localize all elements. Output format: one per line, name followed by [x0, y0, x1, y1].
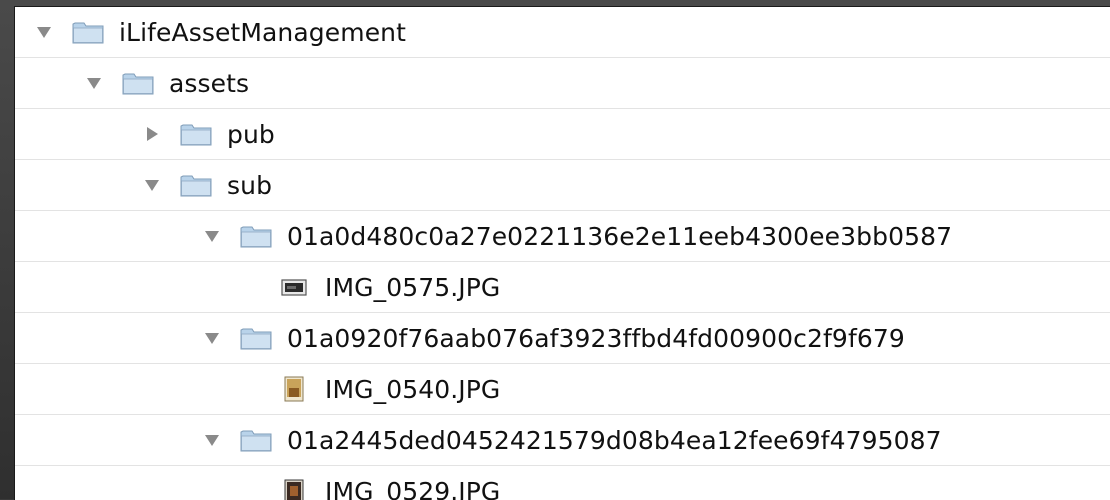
folder-icon — [239, 222, 273, 250]
file-tree: iLifeAssetManagement assets — [15, 7, 1110, 500]
folder-icon — [239, 426, 273, 454]
tree-row-assets[interactable]: assets — [15, 58, 1110, 109]
tree-row-pub[interactable]: pub — [15, 109, 1110, 160]
folder-icon — [179, 171, 213, 199]
tree-row-label: pub — [227, 120, 275, 149]
tree-row-ilifeassetmanagement[interactable]: iLifeAssetManagement — [15, 7, 1110, 58]
disclosure-triangle-down-icon[interactable] — [141, 174, 163, 196]
image-file-icon — [277, 273, 311, 301]
disclosure-triangle-right-icon[interactable] — [141, 123, 163, 145]
tree-row-label: assets — [169, 69, 249, 98]
tree-row-label: iLifeAssetManagement — [119, 18, 406, 47]
folder-icon — [239, 324, 273, 352]
folder-icon — [121, 69, 155, 97]
tree-row-label: 01a0920f76aab076af3923ffbd4fd00900c2f9f6… — [287, 324, 905, 353]
tree-row-folder-01a0920f[interactable]: 01a0920f76aab076af3923ffbd4fd00900c2f9f6… — [15, 313, 1110, 364]
tree-row-folder-01a0d480[interactable]: 01a0d480c0a27e0221136e2e11eeb4300ee3bb05… — [15, 211, 1110, 262]
image-file-icon — [277, 478, 311, 500]
tree-row-label: IMG_0540.JPG — [325, 375, 500, 404]
tree-row-label: sub — [227, 171, 272, 200]
tree-row-label: 01a0d480c0a27e0221136e2e11eeb4300ee3bb05… — [287, 222, 952, 251]
disclosure-triangle-down-icon[interactable] — [33, 21, 55, 43]
tree-row-label: IMG_0575.JPG — [325, 273, 500, 302]
window-frame: iLifeAssetManagement assets — [0, 0, 1110, 499]
disclosure-triangle-down-icon[interactable] — [201, 327, 223, 349]
tree-row-label: 01a2445ded0452421579d08b4ea12fee69f47950… — [287, 426, 942, 455]
tree-row-folder-01a2445d[interactable]: 01a2445ded0452421579d08b4ea12fee69f47950… — [15, 415, 1110, 466]
tree-row-label: IMG_0529.JPG — [325, 477, 500, 500]
disclosure-triangle-down-icon[interactable] — [201, 225, 223, 247]
tree-row-img-0540[interactable]: IMG_0540.JPG — [15, 364, 1110, 415]
disclosure-triangle-down-icon[interactable] — [83, 72, 105, 94]
image-file-icon — [277, 375, 311, 403]
tree-row-sub[interactable]: sub — [15, 160, 1110, 211]
file-tree-panel: iLifeAssetManagement assets — [14, 6, 1110, 500]
disclosure-triangle-down-icon[interactable] — [201, 429, 223, 451]
folder-icon — [71, 18, 105, 46]
folder-icon — [179, 120, 213, 148]
tree-row-img-0575[interactable]: IMG_0575.JPG — [15, 262, 1110, 313]
tree-row-img-0529[interactable]: IMG_0529.JPG — [15, 466, 1110, 500]
